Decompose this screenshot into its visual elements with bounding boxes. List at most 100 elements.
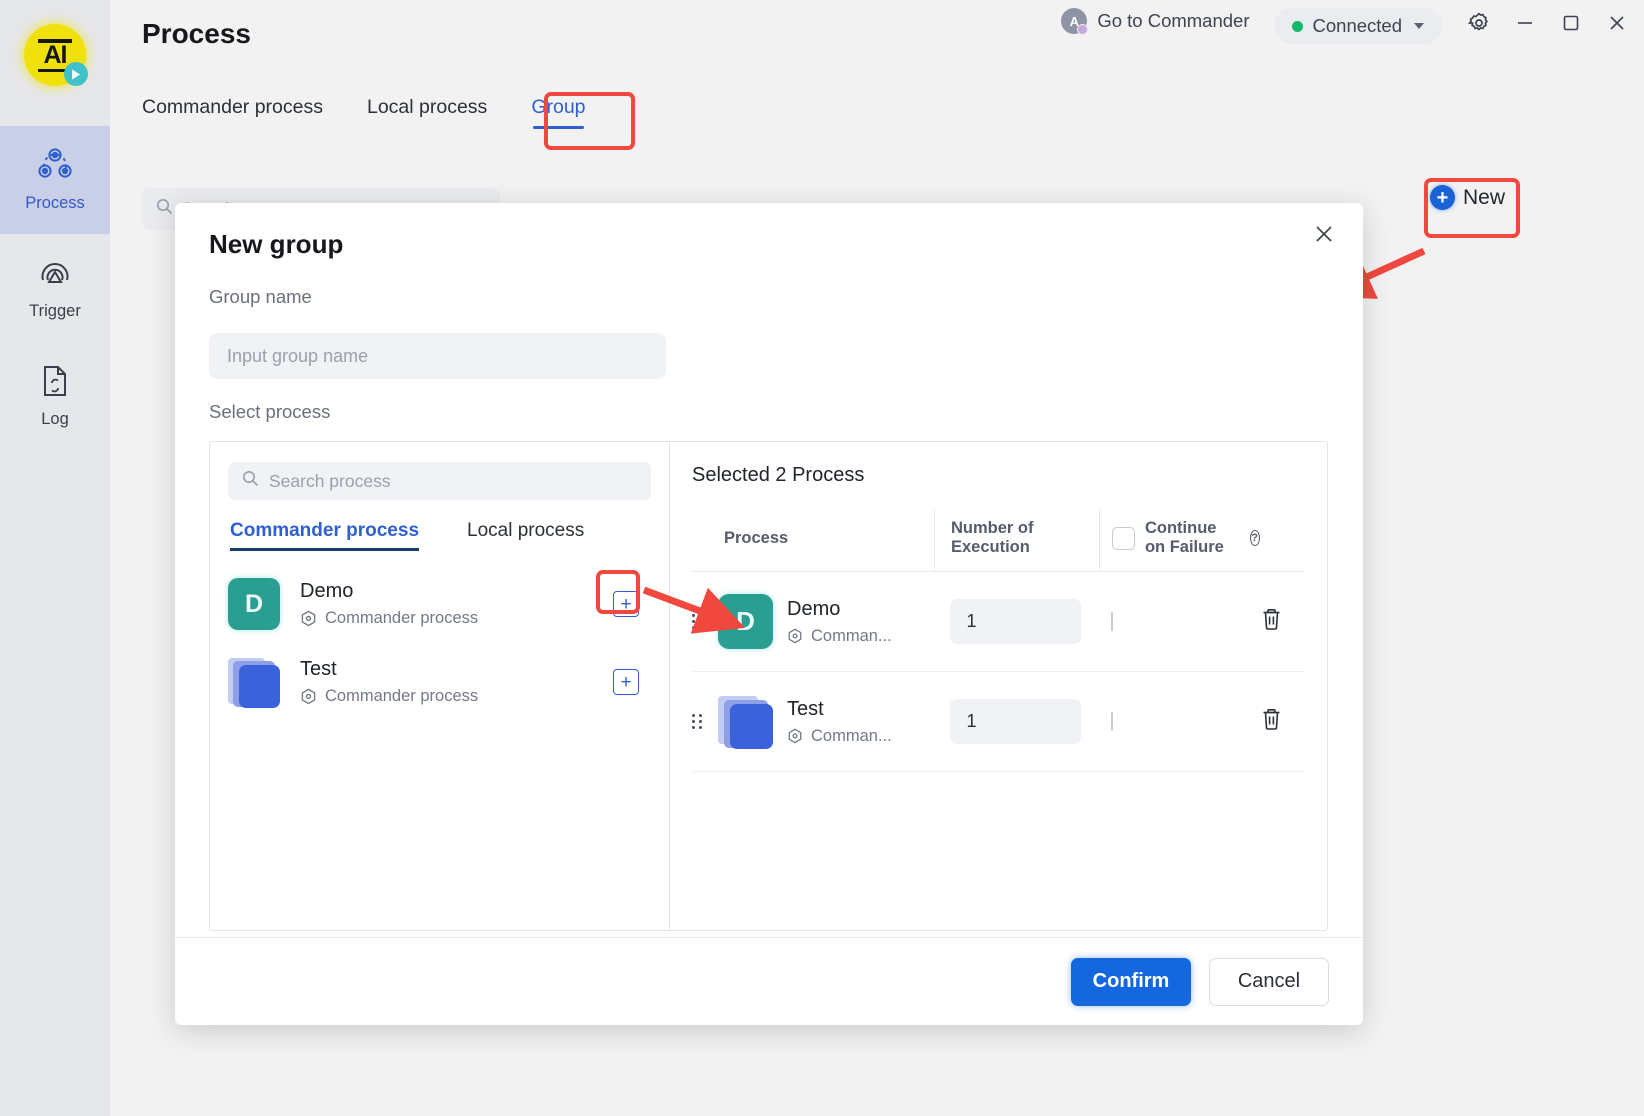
logo-text: AI <box>43 40 68 69</box>
process-type: Comman... <box>787 627 892 646</box>
executions-input[interactable] <box>950 599 1082 644</box>
demo-avatar-icon: D <box>228 578 280 630</box>
cell-actions <box>1259 671 1305 772</box>
process-search-box[interactable] <box>228 462 651 500</box>
sidebar-item-trigger[interactable]: Trigger <box>0 234 110 342</box>
selected-process-table: Process Number of Execution Continue on … <box>692 509 1305 772</box>
available-process-panel: Commander process Local process D Demo <box>210 442 670 930</box>
sidebar-item-process[interactable]: Process <box>0 126 110 234</box>
connection-status-pill[interactable]: Connected <box>1273 8 1442 44</box>
search-icon <box>242 470 259 492</box>
trash-icon[interactable] <box>1260 709 1283 735</box>
page-title: Process <box>142 18 251 49</box>
process-search-input[interactable] <box>269 470 599 492</box>
list-item[interactable]: Test Commander process + <box>228 643 651 721</box>
chevron-down-icon <box>1414 23 1424 29</box>
dialog-close-button[interactable] <box>1307 217 1341 251</box>
cell-continue-on-failure <box>1099 671 1260 772</box>
column-continue-on-failure: Continue on Failure? <box>1098 509 1260 572</box>
cell-continue-on-failure <box>1099 571 1260 672</box>
process-icon <box>38 147 72 187</box>
app-window: AI Process Trigger Log A Go to Commander… <box>0 0 1644 1116</box>
test-stack-icon <box>718 694 773 749</box>
close-icon <box>1606 12 1628 39</box>
cell-actions <box>1259 571 1305 672</box>
drag-handle-icon[interactable] <box>692 613 704 630</box>
help-icon[interactable]: ? <box>1249 530 1260 546</box>
gear-icon <box>1467 11 1491 40</box>
column-process: Process <box>692 509 935 572</box>
sidebar-item-process-label: Process <box>25 193 85 212</box>
trigger-icon <box>38 256 72 295</box>
list-item[interactable]: D Demo Commander process + <box>228 565 651 643</box>
demo-avatar-icon: D <box>718 594 773 649</box>
sidebar-item-log[interactable]: Log <box>0 342 110 450</box>
go-to-commander-link[interactable]: A Go to Commander <box>1061 8 1250 35</box>
process-name: Test <box>787 697 824 720</box>
tab-local-process[interactable]: Local process <box>367 96 487 129</box>
select-process-label: Select process <box>209 401 331 422</box>
column-actions <box>1259 509 1305 572</box>
maximize-button[interactable] <box>1548 2 1594 48</box>
commander-badge-letter: A <box>1069 13 1080 29</box>
drag-handle-icon[interactable] <box>692 713 704 730</box>
dialog-title: New group <box>209 229 344 259</box>
process-selection-panels: Commander process Local process D Demo <box>209 441 1328 931</box>
selected-process-panel: Selected 2 Process Process Number of Exe… <box>670 442 1327 930</box>
hexagon-target-icon <box>301 688 316 705</box>
main-tabs: Commander process Local process Group <box>142 96 586 129</box>
cancel-button[interactable]: Cancel <box>1209 957 1329 1006</box>
status-badge: Connected <box>1312 15 1402 36</box>
process-source-tabs: Commander process Local process <box>228 520 651 551</box>
cell-executions <box>934 671 1100 772</box>
sidebar: AI Process Trigger Log <box>0 0 110 1116</box>
tab-local-process-dialog[interactable]: Local process <box>467 520 584 551</box>
close-icon <box>1316 226 1332 242</box>
hexagon-target-icon <box>788 628 802 644</box>
table-row: Test Comman... <box>692 671 1305 772</box>
maximize-icon <box>1560 12 1582 39</box>
tab-commander-process[interactable]: Commander process <box>142 96 323 129</box>
cell-process: Test Comman... <box>692 671 935 772</box>
executions-input[interactable] <box>950 699 1082 744</box>
status-dot-icon <box>1291 20 1303 32</box>
commander-badge-icon: A <box>1061 8 1089 35</box>
tab-commander-process-dialog[interactable]: Commander process <box>230 520 420 551</box>
cell-executions <box>934 571 1100 672</box>
hexagon-target-icon <box>788 728 802 744</box>
add-demo-button[interactable]: + <box>613 591 639 617</box>
plus-circle-icon: + <box>1430 185 1455 210</box>
avatar-initial: D <box>736 606 755 636</box>
add-test-button[interactable]: + <box>613 669 639 695</box>
settings-button[interactable] <box>1456 2 1502 48</box>
avatar-initial: D <box>244 589 264 618</box>
app-logo: AI <box>20 20 90 90</box>
sidebar-item-log-label: Log <box>41 409 69 428</box>
play-badge-icon <box>64 62 88 86</box>
confirm-button[interactable]: Confirm <box>1071 957 1191 1006</box>
process-type-label: Commander process <box>325 687 479 705</box>
group-name-input[interactable] <box>209 333 666 379</box>
process-type: Commander process <box>300 609 478 628</box>
search-icon <box>156 198 173 220</box>
available-process-list: D Demo Commander process + Test Commande… <box>228 565 651 721</box>
continue-on-failure-checkbox[interactable] <box>1111 611 1114 631</box>
close-button[interactable] <box>1594 2 1640 48</box>
group-name-label: Group name <box>209 286 312 307</box>
tab-group[interactable]: Group <box>531 96 586 129</box>
new-group-button[interactable]: + New <box>1430 185 1505 210</box>
continue-on-failure-checkbox[interactable] <box>1111 711 1114 731</box>
minimize-button[interactable] <box>1502 2 1548 48</box>
trash-icon[interactable] <box>1260 609 1283 635</box>
process-name: Demo <box>300 580 354 602</box>
window-header: A Go to Commander Connected <box>110 0 1644 58</box>
select-all-continue-checkbox[interactable] <box>1111 526 1135 550</box>
go-to-commander-label: Go to Commander <box>1097 10 1250 31</box>
table-header-row: Process Number of Execution Continue on … <box>692 509 1305 572</box>
process-name: Test <box>300 658 337 680</box>
selected-count-title: Selected 2 Process <box>692 464 865 486</box>
log-icon <box>39 364 71 403</box>
new-group-dialog: New group Group name Select process Comm… <box>175 203 1363 1025</box>
new-button-label: New <box>1463 185 1506 209</box>
process-type-label: Comman... <box>811 626 892 645</box>
